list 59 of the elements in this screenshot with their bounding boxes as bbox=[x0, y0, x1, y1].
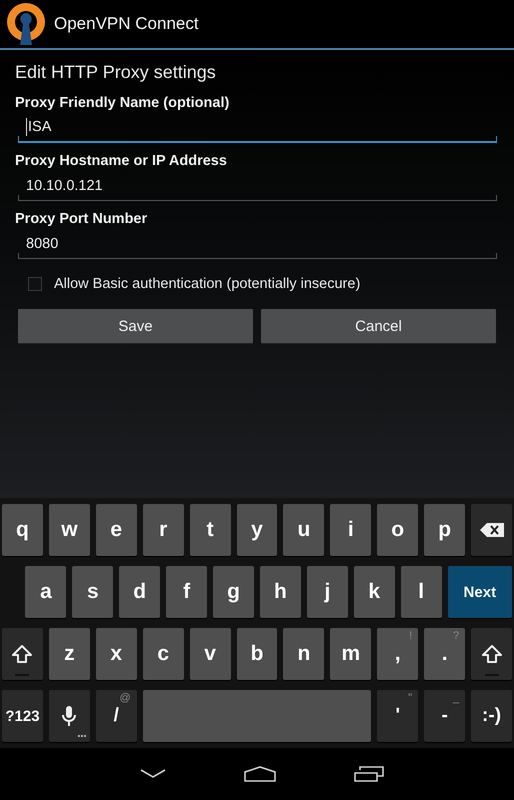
keyboard-key[interactable]: g bbox=[213, 566, 254, 618]
key-hint: _ bbox=[452, 692, 460, 704]
keyboard-key[interactable]: x bbox=[96, 628, 137, 680]
keyboard-key[interactable]: p bbox=[424, 504, 466, 556]
keyboard-key[interactable]: e bbox=[96, 504, 137, 556]
hide-keyboard-icon[interactable] bbox=[140, 769, 166, 779]
shift-key[interactable] bbox=[2, 628, 43, 680]
keyboard-key[interactable]: o bbox=[377, 504, 418, 556]
key-hint: ! bbox=[409, 630, 412, 642]
keyboard-key[interactable]: ?123 bbox=[2, 690, 43, 742]
keyboard-key[interactable]: t bbox=[190, 504, 231, 556]
keyboard-key[interactable]: - _ bbox=[424, 690, 466, 742]
shift-icon bbox=[482, 645, 502, 663]
cancel-button[interactable]: Cancel bbox=[261, 309, 496, 343]
checkbox-label: Allow Basic authentication (potentially insecure) bbox=[54, 276, 360, 292]
field-label: Proxy Friendly Name (optional) bbox=[15, 95, 230, 111]
recent-apps-icon[interactable] bbox=[354, 766, 384, 782]
keyboard-key[interactable]: / @ bbox=[96, 690, 137, 742]
microphone-icon bbox=[62, 706, 76, 726]
keyboard-key[interactable]: i bbox=[330, 504, 372, 556]
keyboard-key[interactable]: v bbox=[190, 628, 231, 680]
checkbox[interactable] bbox=[28, 277, 42, 291]
keyboard-key[interactable]: d bbox=[119, 566, 160, 618]
voice-input-key[interactable] bbox=[48, 690, 90, 742]
backspace-icon bbox=[480, 523, 504, 537]
next-key[interactable]: Next bbox=[448, 566, 512, 618]
app-title: OpenVPN Connect bbox=[54, 14, 199, 34]
keyboard-key[interactable]: u bbox=[283, 504, 324, 556]
dialog-heading: Edit HTTP Proxy settings bbox=[15, 62, 217, 83]
shift-key[interactable] bbox=[471, 628, 512, 680]
keyboard-key[interactable]: f bbox=[166, 566, 208, 618]
save-button[interactable]: Save bbox=[18, 309, 253, 343]
keyboard-key[interactable]: c bbox=[142, 628, 184, 680]
home-icon[interactable] bbox=[244, 766, 276, 782]
keyboard-key[interactable]: a bbox=[25, 566, 66, 618]
keyboard-key[interactable]: k bbox=[354, 566, 395, 618]
keyboard-key[interactable]: w bbox=[48, 504, 90, 556]
key-hint: ? bbox=[452, 630, 460, 642]
keyboard-key[interactable]: , ! bbox=[377, 628, 418, 680]
backspace-key[interactable] bbox=[471, 504, 512, 556]
keyboard-key[interactable]: m bbox=[330, 628, 372, 680]
keyboard-key[interactable]: q bbox=[2, 504, 43, 556]
keyboard-key[interactable]: l bbox=[400, 566, 442, 618]
field-label: Proxy Port Number bbox=[15, 211, 148, 227]
keyboard-key[interactable]: z bbox=[48, 628, 90, 680]
keyboard-key[interactable]: s bbox=[72, 566, 114, 618]
keyboard-key[interactable]: b bbox=[236, 628, 278, 680]
keyboard-key[interactable]: h bbox=[260, 566, 301, 618]
keyboard-key[interactable]: r bbox=[142, 504, 184, 556]
field-label: Proxy Hostname or IP Address bbox=[15, 153, 228, 169]
keyboard-key[interactable]: j bbox=[306, 566, 348, 618]
keyboard-key[interactable]: n bbox=[283, 628, 324, 680]
keyboard-key[interactable]: :-) bbox=[471, 690, 512, 742]
keyboard-key[interactable]: . ? bbox=[424, 628, 466, 680]
key-hint: @ bbox=[120, 692, 131, 704]
key-hint: " bbox=[408, 692, 412, 704]
keyboard-key[interactable]: ' " bbox=[377, 690, 418, 742]
keyboard-key[interactable]: y bbox=[236, 504, 278, 556]
shift-icon bbox=[12, 645, 32, 663]
